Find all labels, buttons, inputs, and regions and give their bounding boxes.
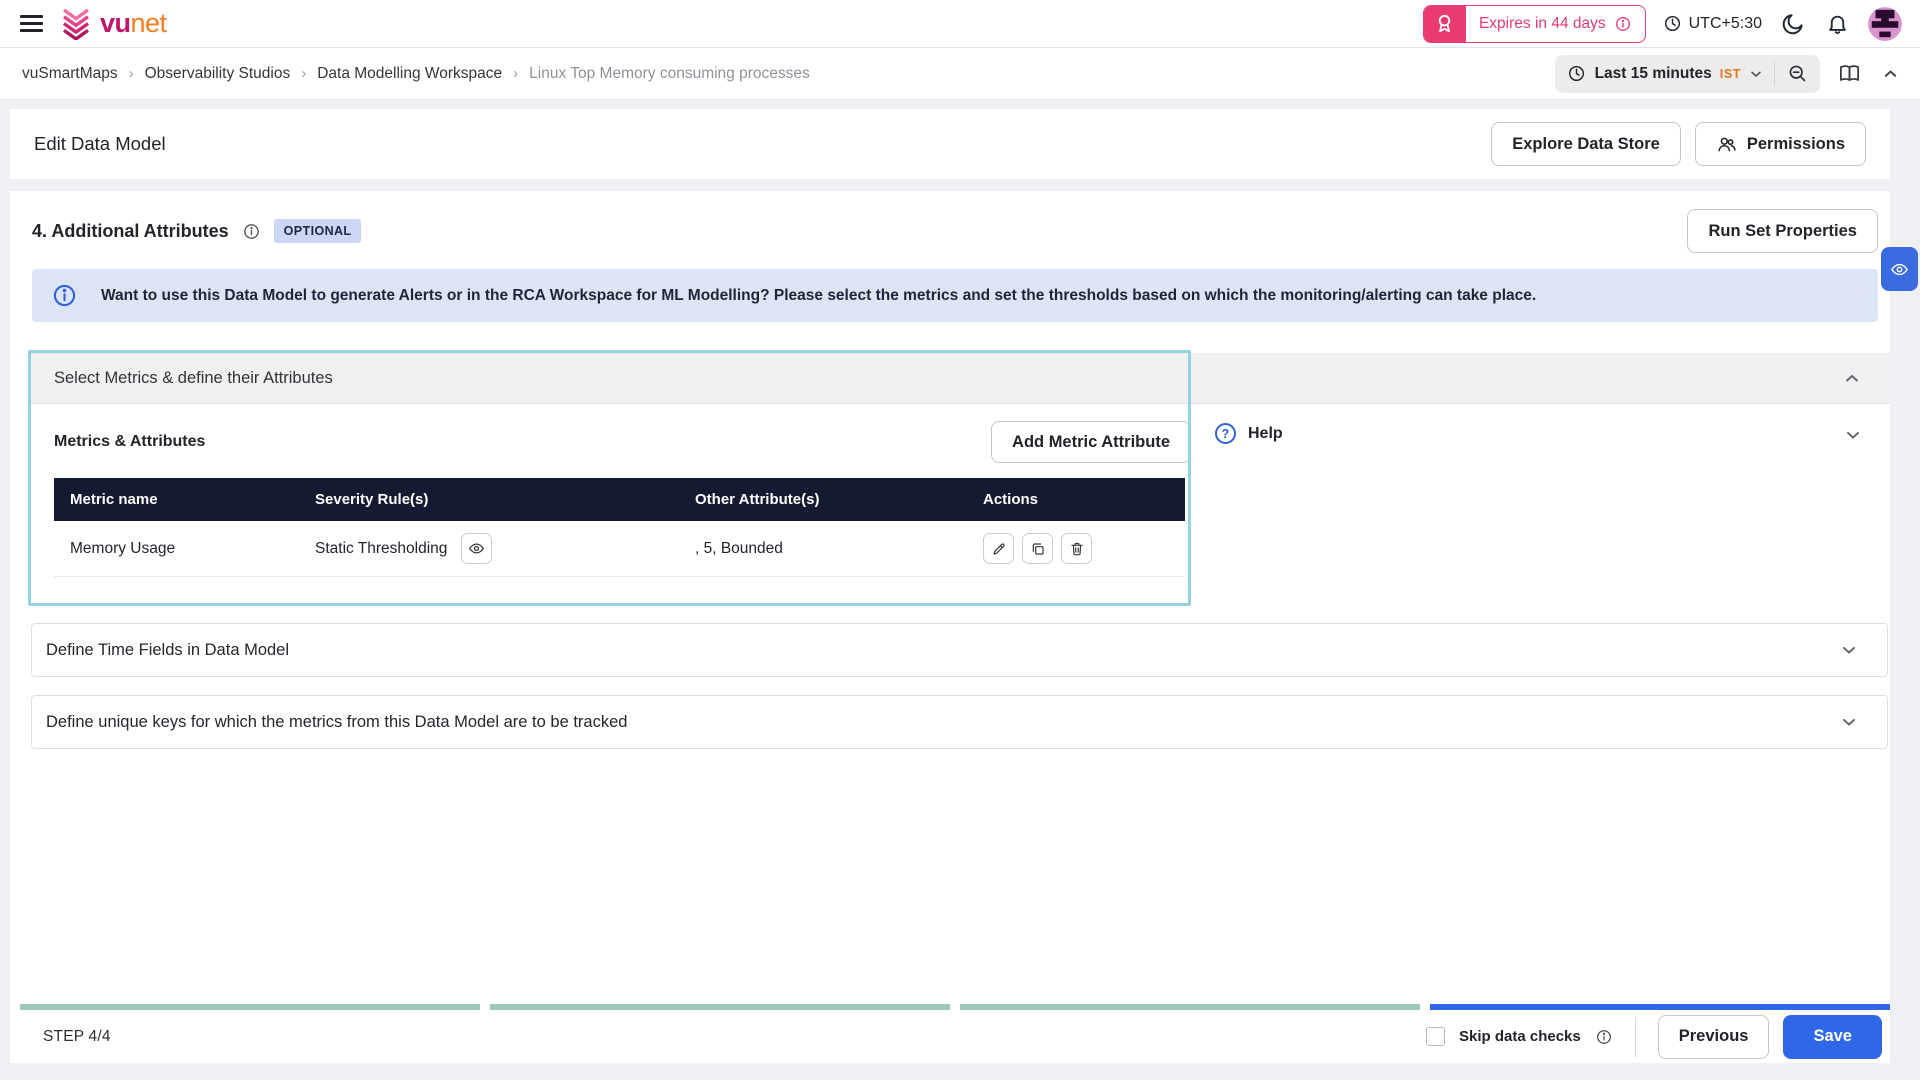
top-header: vunet Expires in 44 days UTC+5:30 <box>0 0 1920 48</box>
preview-toggle-button[interactable] <box>1881 247 1918 291</box>
hamburger-menu-icon[interactable] <box>18 11 45 36</box>
info-icon[interactable] <box>1595 1028 1613 1046</box>
help-section-toggle[interactable]: Help <box>1215 423 1890 444</box>
breadcrumb-separator: › <box>301 65 307 82</box>
explore-data-store-button[interactable]: Explore Data Store <box>1491 122 1681 166</box>
add-metric-attribute-button[interactable]: Add Metric Attribute <box>991 421 1191 463</box>
breadcrumb-item-current-page: Linux Top Memory consuming processes <box>529 64 810 82</box>
book-icon <box>1840 65 1859 81</box>
info-banner: Want to use this Data Model to generate … <box>32 269 1878 322</box>
clock-icon <box>1664 15 1680 32</box>
users-icon <box>1718 137 1736 151</box>
breadcrumb-separator: › <box>128 65 134 82</box>
help-label: Help <box>1248 424 1283 442</box>
info-banner-text: Want to use this Data Model to generate … <box>101 286 1537 304</box>
time-fields-section-toggle[interactable]: Define Time Fields in Data Model <box>31 623 1888 677</box>
zoom-out-time-button[interactable] <box>1787 63 1808 84</box>
duplicate-metric-button[interactable] <box>1022 533 1053 564</box>
info-icon <box>1615 16 1630 31</box>
time-range-label: Last 15 minutes <box>1594 64 1712 82</box>
vunet-logo[interactable]: vunet <box>61 8 167 40</box>
license-expiry-text: Expires in 44 days <box>1478 14 1606 32</box>
run-set-properties-button[interactable]: Run Set Properties <box>1687 209 1878 253</box>
metrics-table: Metric name Severity Rule(s) Other Attri… <box>54 478 1185 577</box>
info-icon <box>53 284 76 307</box>
page-title: Edit Data Model <box>34 133 166 154</box>
chevron-down-icon[interactable] <box>1843 425 1863 445</box>
notifications-button[interactable] <box>1824 10 1851 37</box>
time-range-group: Last 15 minutes IST <box>1554 54 1820 93</box>
breadcrumb-item-data-modelling-workspace[interactable]: Data Modelling Workspace <box>317 65 502 83</box>
page-title-card: Edit Data Model Explore Data Store Permi… <box>10 109 1890 179</box>
logo-text: vunet <box>100 8 167 38</box>
unique-keys-section-toggle[interactable]: Define unique keys for which the metrics… <box>31 695 1888 749</box>
trash-icon <box>1070 542 1083 555</box>
severity-rule-value: Static Thresholding <box>315 539 448 557</box>
moon-icon <box>1782 13 1803 34</box>
delete-metric-button[interactable] <box>1061 533 1092 564</box>
edit-metric-button[interactable] <box>983 533 1014 564</box>
info-icon[interactable] <box>242 222 261 241</box>
metric-name-link[interactable]: Memory Usage <box>54 521 299 577</box>
eye-icon <box>1891 263 1908 275</box>
select-metrics-section: Select Metrics & define their Attributes… <box>28 350 1890 607</box>
select-metrics-section-label: Select Metrics & define their Attributes <box>54 368 333 387</box>
unique-keys-section-label: Define unique keys for which the metrics… <box>46 712 628 731</box>
column-header-other-attributes: Other Attribute(s) <box>679 478 967 521</box>
documentation-button[interactable] <box>1836 60 1863 87</box>
table-row: Memory Usage Static Thresholding , 5, Bo… <box>54 521 1185 577</box>
main-content-card: 4. Additional Attributes OPTIONAL Run Se… <box>10 191 1890 1063</box>
medal-icon <box>1423 5 1466 42</box>
pencil-icon <box>992 542 1005 555</box>
skip-data-checks-label: Skip data checks <box>1459 1028 1581 1045</box>
clock-icon <box>1568 65 1584 82</box>
license-expiry-badge[interactable]: Expires in 44 days <box>1422 4 1646 43</box>
wizard-footer: STEP 4/4 Skip data checks Previous Save <box>10 1010 1890 1063</box>
permissions-button[interactable]: Permissions <box>1694 122 1866 166</box>
previous-button[interactable]: Previous <box>1657 1014 1770 1059</box>
chevron-down-icon <box>1751 71 1761 77</box>
zoom-out-icon <box>1789 65 1806 82</box>
user-avatar[interactable] <box>1868 6 1902 41</box>
help-panel: Help <box>1191 404 1890 607</box>
chevron-down-icon <box>1843 646 1855 654</box>
chevron-up-icon <box>1884 70 1897 77</box>
save-button[interactable]: Save <box>1783 1014 1882 1059</box>
select-metrics-section-header[interactable]: Select Metrics & define their Attributes <box>31 353 1890 404</box>
column-header-metric-name: Metric name <box>54 478 299 521</box>
view-severity-rule-button[interactable] <box>461 533 493 564</box>
step-indicator: STEP 4/4 <box>43 1027 111 1045</box>
column-header-actions: Actions <box>967 478 1185 521</box>
chevron-up-icon[interactable] <box>1842 368 1862 388</box>
breadcrumb-item-observability-studios[interactable]: Observability Studios <box>145 65 291 83</box>
time-range-selector[interactable]: Last 15 minutes IST <box>1567 64 1764 83</box>
chevron-down-icon <box>1843 718 1855 726</box>
metrics-attributes-title: Metrics & Attributes <box>54 433 206 450</box>
time-range-timezone: IST <box>1719 66 1741 81</box>
other-attributes-value: , 5, Bounded <box>679 521 967 577</box>
breadcrumb-bar: vuSmartMaps › Observability Studios › Da… <box>0 48 1920 100</box>
time-fields-section-label: Define Time Fields in Data Model <box>46 640 290 659</box>
question-circle-icon <box>1215 423 1236 444</box>
breadcrumb-item-vusmartmaps[interactable]: vuSmartMaps <box>22 65 118 83</box>
timezone-indicator: UTC+5:30 <box>1663 14 1762 33</box>
optional-badge: OPTIONAL <box>273 219 362 243</box>
copy-icon <box>1032 542 1044 555</box>
step-section-title: 4. Additional Attributes <box>32 220 229 241</box>
eye-icon <box>469 543 485 554</box>
column-header-severity-rules: Severity Rule(s) <box>299 478 679 521</box>
bell-icon <box>1829 15 1846 34</box>
skip-data-checks-checkbox[interactable] <box>1426 1027 1446 1046</box>
breadcrumb: vuSmartMaps › Observability Studios › Da… <box>22 65 810 83</box>
metrics-attributes-panel: Metrics & Attributes Add Metric Attribut… <box>31 404 1191 607</box>
dark-mode-toggle[interactable] <box>1779 10 1807 38</box>
breadcrumb-separator: › <box>513 65 519 82</box>
collapse-bar-button[interactable] <box>1879 62 1902 85</box>
vunet-chevron-icon <box>63 8 89 40</box>
